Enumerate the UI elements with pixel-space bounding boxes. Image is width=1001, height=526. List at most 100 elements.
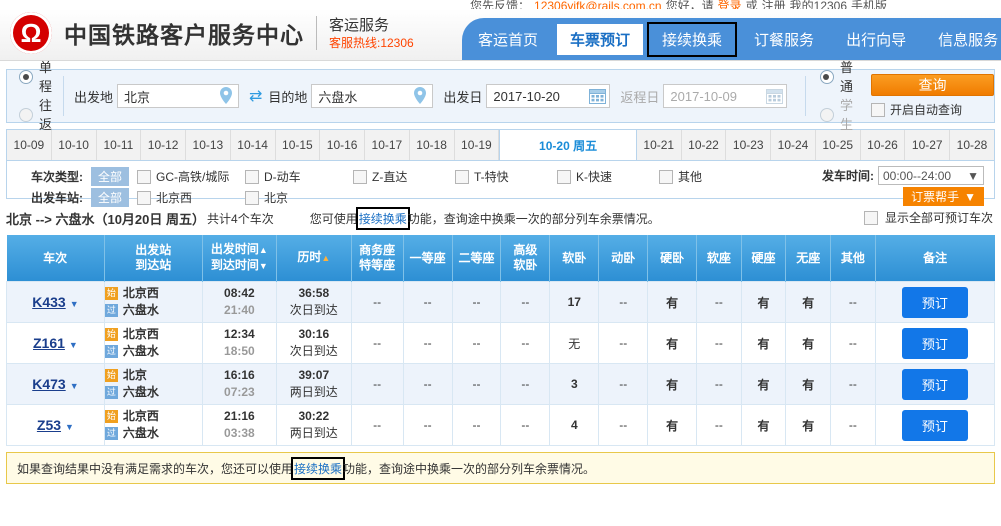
filter-d-checkbox[interactable] <box>245 170 259 184</box>
filter-d[interactable]: D-动车 <box>245 168 343 185</box>
train-no-link[interactable]: Z161 <box>33 335 65 351</box>
date-tab[interactable]: 10-19 <box>455 130 500 160</box>
seat-cell: -- <box>351 405 403 446</box>
query-button[interactable]: 查询 <box>871 74 994 96</box>
to-station-line: 过 六盘水 <box>105 425 202 442</box>
nav-item-meal[interactable]: 订餐服务 <box>741 24 827 55</box>
transfer-link[interactable]: 接续换乘 <box>358 209 408 228</box>
train-no-link[interactable]: K473 <box>32 376 65 392</box>
date-tab[interactable]: 10-26 <box>861 130 906 160</box>
show-all-bookable-row[interactable]: 显示全部可预订车次 <box>864 209 993 226</box>
seat-cell: 有 <box>648 364 697 405</box>
col-soft-seat: 软座 <box>697 235 742 282</box>
nav-item-info-service[interactable]: 信息服务 <box>925 24 1001 55</box>
date-tab[interactable]: 10-14 <box>231 130 276 160</box>
train-type-all-button[interactable]: 全部 <box>91 167 129 186</box>
sort-desc-icon[interactable]: ▼ <box>259 261 268 271</box>
col-hard-sleeper-label: 硬卧 <box>648 251 696 266</box>
train-no-cell[interactable]: K473 ▼ <box>7 364 105 405</box>
radio-normal[interactable]: 普通 <box>820 58 853 96</box>
book-button[interactable]: 预订 <box>902 410 968 441</box>
notice-before: 如果查询结果中没有满足需求的车次，您还可以使用 <box>17 460 293 477</box>
date-tab[interactable]: 10-24 <box>771 130 816 160</box>
date-tab[interactable]: 10-27 <box>905 130 950 160</box>
utility-email-link[interactable]: 12306yjfk@rails.com.cn <box>534 0 662 9</box>
radio-student[interactable]: 学生 <box>820 96 853 134</box>
book-button[interactable]: 预订 <box>902 369 968 400</box>
station-label: 出发车站: <box>31 189 83 206</box>
chevron-down-icon[interactable]: ▼ <box>65 422 74 432</box>
date-tab[interactable]: 10-12 <box>141 130 186 160</box>
radio-round-trip[interactable]: 往返 <box>19 96 63 134</box>
train-no-cell[interactable]: K433 ▼ <box>7 282 105 323</box>
show-all-bookable-checkbox[interactable] <box>864 211 878 225</box>
booking-helper-button[interactable]: 订票帮手 ▼ <box>903 187 984 206</box>
filter-gc-checkbox[interactable] <box>137 170 151 184</box>
chevron-down-icon[interactable]: ▼ <box>70 299 79 309</box>
filter-gc[interactable]: GC-高铁/城际 <box>137 168 235 185</box>
depart-time-select[interactable]: 00:00--24:00 ▼ <box>878 166 984 185</box>
col-soft-sleeper: 软卧 <box>550 235 599 282</box>
utility-mobile[interactable]: 手机版 <box>851 0 887 9</box>
book-button[interactable]: 预订 <box>902 287 968 318</box>
train-no-cell[interactable]: Z161 ▼ <box>7 323 105 364</box>
date-tab[interactable]: 10-13 <box>186 130 231 160</box>
nav-item-ticket-booking[interactable]: 车票预订 <box>557 24 643 55</box>
filter-station-beijing[interactable]: 北京 <box>245 189 288 206</box>
chevron-down-icon[interactable]: ▼ <box>70 381 79 391</box>
train-no-link[interactable]: K433 <box>32 294 65 310</box>
nav-item-home[interactable]: 客运首页 <box>465 24 551 55</box>
nav-item-travel-guide[interactable]: 出行向导 <box>833 24 919 55</box>
calendar-icon[interactable] <box>766 88 783 104</box>
chevron-down-icon[interactable]: ▼ <box>69 340 78 350</box>
date-tab[interactable]: 10-09 <box>7 130 52 160</box>
train-no-link[interactable]: Z53 <box>37 417 61 433</box>
date-tab[interactable]: 10-22 <box>682 130 727 160</box>
utility-my12306[interactable]: 我的12306 <box>790 0 847 9</box>
filter-station-beijingxi[interactable]: 北京西 <box>137 189 235 206</box>
calendar-icon[interactable] <box>589 88 606 104</box>
filter-k[interactable]: K-快速 <box>557 168 649 185</box>
auto-query-checkbox[interactable] <box>871 103 885 117</box>
depart-date-label: 出发日 <box>443 87 482 106</box>
filter-other[interactable]: 其他 <box>659 168 702 185</box>
filter-k-checkbox[interactable] <box>557 170 571 184</box>
train-no-cell[interactable]: Z53 ▼ <box>7 405 105 446</box>
filter-z-checkbox[interactable] <box>353 170 367 184</box>
station-all-button[interactable]: 全部 <box>91 188 129 207</box>
date-tab[interactable]: 10-17 <box>365 130 410 160</box>
auto-query-checkbox-row[interactable]: 开启自动查询 <box>871 101 994 118</box>
date-tab[interactable]: 10-21 <box>637 130 682 160</box>
date-tab-selected[interactable]: 10-20 周五 <box>499 130 637 160</box>
utility-register-link[interactable]: 注册 <box>762 0 786 9</box>
date-tab[interactable]: 10-10 <box>52 130 97 160</box>
filter-other-checkbox[interactable] <box>659 170 673 184</box>
seat-cell: -- <box>501 364 550 405</box>
notice-transfer-link[interactable]: 接续换乘 <box>293 459 343 478</box>
date-tab[interactable]: 10-15 <box>276 130 321 160</box>
col-duration[interactable]: 历时▲ <box>277 235 351 282</box>
sort-asc-icon[interactable]: ▲ <box>321 253 330 263</box>
filter-station-beijing-checkbox[interactable] <box>245 191 259 205</box>
date-tab[interactable]: 10-18 <box>410 130 455 160</box>
filter-z[interactable]: Z-直达 <box>353 168 445 185</box>
date-tab[interactable]: 10-16 <box>320 130 365 160</box>
start-station-tag-icon: 始 <box>105 287 118 300</box>
radio-one-way[interactable]: 单程 <box>19 58 63 96</box>
filter-t-checkbox[interactable] <box>455 170 469 184</box>
book-button[interactable]: 预订 <box>902 328 968 359</box>
date-tab[interactable]: 10-11 <box>97 130 142 160</box>
date-tab[interactable]: 10-28 <box>950 130 994 160</box>
date-tab[interactable]: 10-25 <box>816 130 861 160</box>
utility-login-link[interactable]: 登录 <box>718 0 742 9</box>
sort-asc-icon[interactable]: ▲ <box>259 245 268 255</box>
col-times[interactable]: 出发时间▲ 到达时间▼ <box>202 235 276 282</box>
nav-item-transfer[interactable]: 接续换乘 <box>649 24 735 55</box>
swap-stations-icon[interactable]: ⇄ <box>249 86 262 106</box>
date-tab[interactable]: 10-23 <box>726 130 771 160</box>
col-stations[interactable]: 出发站 到达站 <box>104 235 202 282</box>
col-train-no[interactable]: 车次 <box>7 235 105 282</box>
filter-t[interactable]: T-特快 <box>455 168 547 185</box>
seat-cell: -- <box>351 364 403 405</box>
filter-station-beijingxi-checkbox[interactable] <box>137 191 151 205</box>
